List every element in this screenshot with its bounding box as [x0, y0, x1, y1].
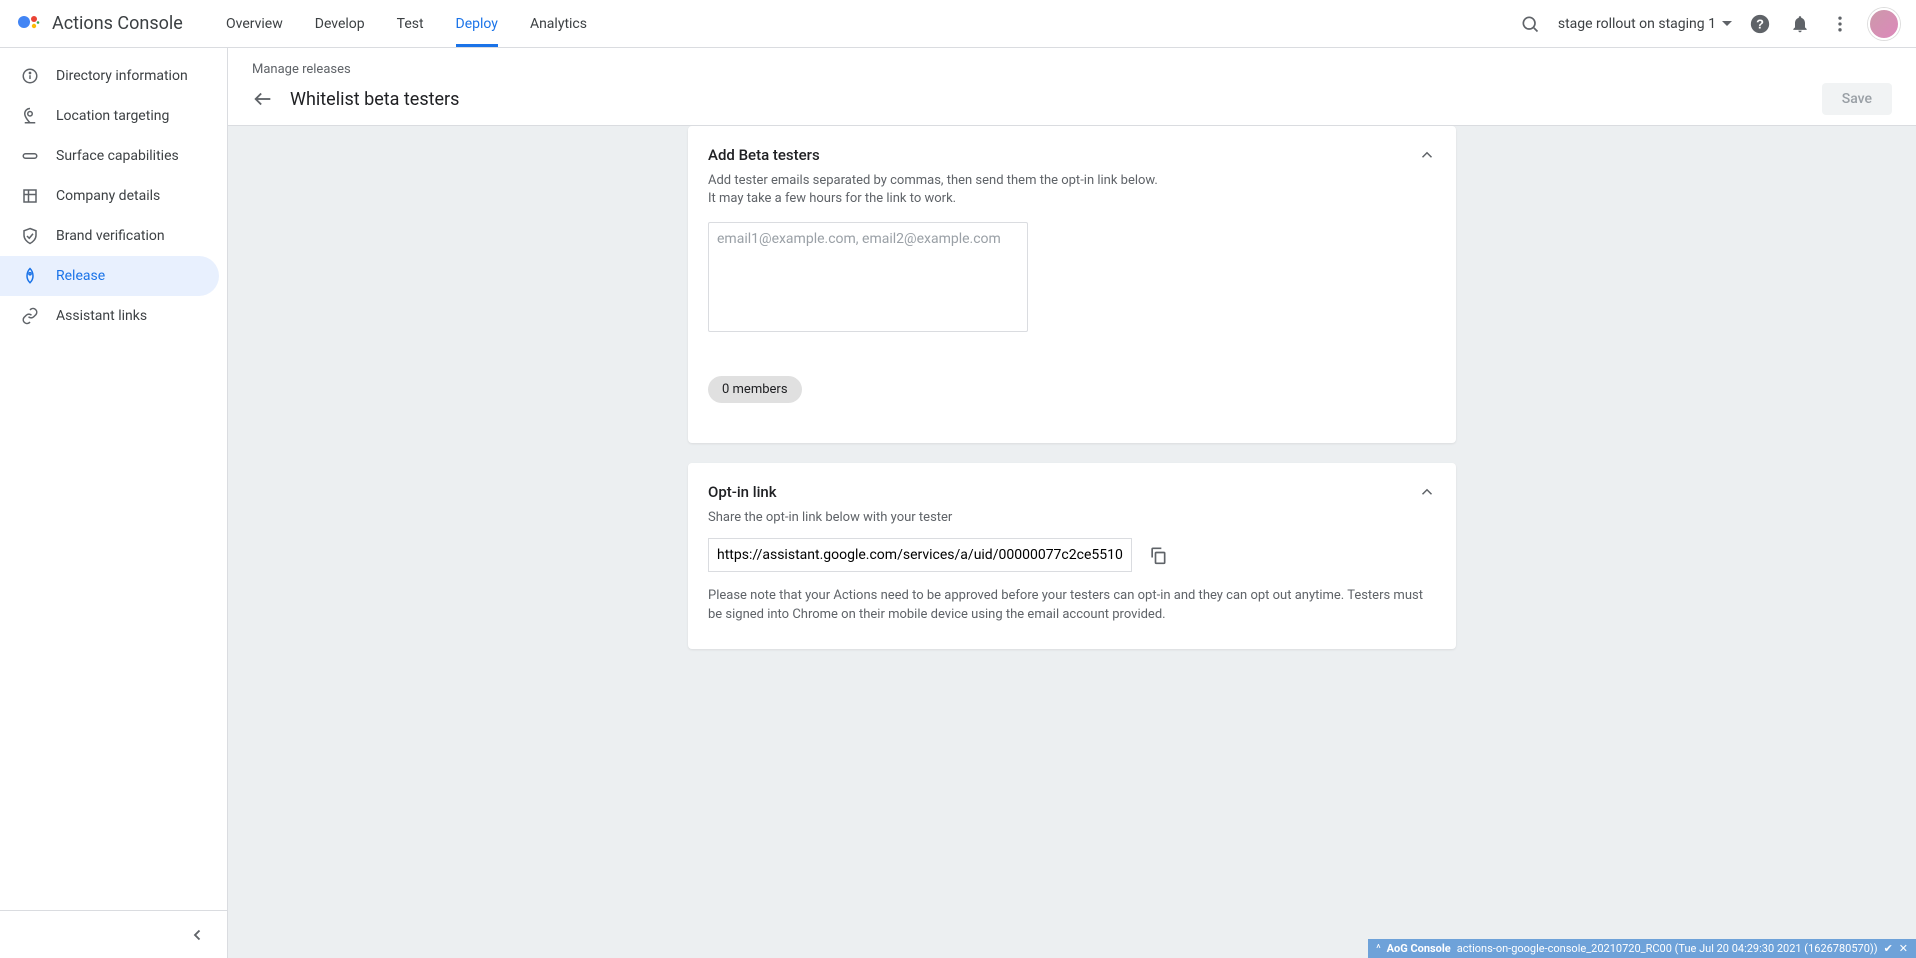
breadcrumb: Manage releases [252, 62, 1892, 77]
sidebar-item-brand[interactable]: Brand verification [0, 216, 219, 256]
tab-test[interactable]: Test [397, 0, 424, 47]
sidebar-item-company[interactable]: Company details [0, 176, 219, 216]
dropdown-icon [1722, 21, 1732, 26]
sidebar-item-release[interactable]: Release [0, 256, 219, 296]
tabs: Overview Develop Test Deploy Analytics [226, 0, 587, 47]
page-title: Whitelist beta testers [290, 89, 459, 110]
sidebar-item-label: Assistant links [56, 308, 147, 324]
tab-develop[interactable]: Develop [315, 0, 365, 47]
card-desc: Share the opt-in link below with your te… [708, 509, 1436, 527]
more-icon[interactable] [1828, 12, 1852, 36]
rocket-icon [20, 267, 40, 285]
link-icon [20, 307, 40, 325]
sidebar-item-label: Release [56, 268, 105, 284]
project-label: stage rollout on staging 1 [1558, 16, 1716, 32]
location-icon [20, 107, 40, 125]
close-icon[interactable]: ✕ [1899, 942, 1908, 955]
product-name: Actions Console [52, 13, 183, 34]
sidebar-collapse[interactable] [0, 910, 227, 958]
tab-analytics[interactable]: Analytics [530, 0, 587, 47]
add-testers-card: Add Beta testers Add tester emails separ… [688, 126, 1456, 443]
sidebar-item-label: Location targeting [56, 108, 169, 124]
info-icon [20, 67, 40, 85]
footer-build-tag: ^ AoG Console actions-on-google-console_… [1368, 939, 1916, 958]
optin-note: Please note that your Actions need to be… [708, 586, 1436, 625]
sidebar-item-location[interactable]: Location targeting [0, 96, 219, 136]
back-arrow-icon[interactable] [252, 88, 274, 110]
shield-icon [20, 227, 40, 245]
sidebar: Directory information Location targeting… [0, 48, 228, 958]
sidebar-item-links[interactable]: Assistant links [0, 296, 219, 336]
svg-text:?: ? [1756, 16, 1764, 31]
search-icon[interactable] [1518, 12, 1542, 36]
sidebar-item-label: Directory information [56, 68, 188, 84]
tab-overview[interactable]: Overview [226, 0, 283, 47]
assistant-logo-icon [16, 12, 40, 36]
tester-emails-input[interactable] [708, 222, 1028, 332]
footer-name: AoG Console [1387, 942, 1451, 955]
content: Add Beta testers Add tester emails separ… [228, 126, 1916, 958]
header: Actions Console Overview Develop Test De… [0, 0, 1916, 48]
chevron-up-icon[interactable] [1418, 483, 1436, 501]
card-title: Add Beta testers [708, 146, 1418, 164]
header-right: stage rollout on staging 1 ? [1518, 8, 1900, 40]
company-icon [20, 187, 40, 205]
sidebar-item-directory[interactable]: Directory information [0, 56, 219, 96]
tab-deploy[interactable]: Deploy [456, 0, 498, 47]
sidebar-item-surface[interactable]: Surface capabilities [0, 136, 219, 176]
project-picker[interactable]: stage rollout on staging 1 [1558, 16, 1732, 32]
check-icon: ✔ [1884, 942, 1893, 955]
notifications-icon[interactable] [1788, 12, 1812, 36]
logo-area: Actions Console [16, 12, 226, 36]
subheader: Manage releases Whitelist beta testers S… [228, 48, 1916, 126]
main: Manage releases Whitelist beta testers S… [228, 48, 1916, 958]
chevron-up-icon: ^ [1376, 942, 1381, 955]
optin-url-input[interactable] [708, 538, 1132, 572]
optin-card: Opt-in link Share the opt-in link below … [688, 463, 1456, 648]
surface-icon [20, 147, 40, 165]
sidebar-item-label: Brand verification [56, 228, 165, 244]
copy-icon[interactable] [1148, 545, 1168, 565]
chevron-left-icon [189, 926, 207, 944]
card-title: Opt-in link [708, 483, 1418, 501]
avatar[interactable] [1868, 8, 1900, 40]
sidebar-item-label: Surface capabilities [56, 148, 179, 164]
save-button[interactable]: Save [1822, 83, 1892, 115]
sidebar-item-label: Company details [56, 188, 160, 204]
members-chip[interactable]: 0 members [708, 376, 802, 403]
chevron-up-icon[interactable] [1418, 146, 1436, 164]
footer-build: actions-on-google-console_20210720_RC00 … [1457, 942, 1878, 955]
card-desc: Add tester emails separated by commas, t… [708, 172, 1168, 208]
help-icon[interactable]: ? [1748, 12, 1772, 36]
